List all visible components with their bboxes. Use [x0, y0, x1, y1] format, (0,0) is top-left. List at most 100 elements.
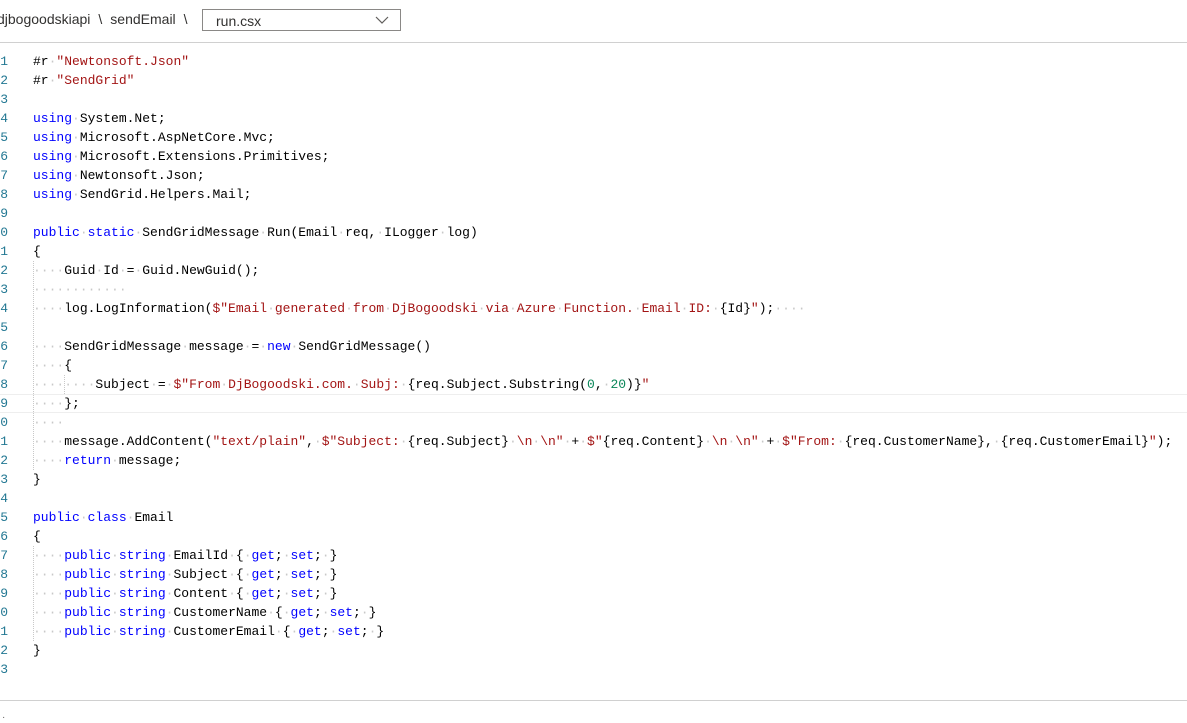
- code-token: {: [235, 567, 244, 582]
- code-line[interactable]: 3 ············: [0, 280, 1187, 299]
- whitespace-marker: ·: [337, 225, 346, 240]
- code-line[interactable]: 0 public·static·SendGridMessage·Run(Email…: [0, 223, 1187, 242]
- code-line[interactable]: 7 ····public·string·EmailId·{·get;·set;·}: [0, 546, 1187, 565]
- code-token: ,: [306, 434, 314, 449]
- whitespace-marker: ·: [72, 149, 80, 164]
- file-selector-dropdown[interactable]: run.csx: [202, 9, 401, 31]
- line-number: 4: [0, 491, 8, 506]
- whitespace-marker: ·: [267, 301, 275, 316]
- code-line[interactable]: 4: [0, 489, 1187, 508]
- code-line[interactable]: 8 using·SendGrid.Helpers.Mail;: [0, 185, 1187, 204]
- code-line[interactable]: 0 ····: [0, 413, 1187, 432]
- code-token: via: [485, 301, 509, 316]
- whitespace-marker: ·: [508, 434, 517, 449]
- code-text: using·SendGrid.Helpers.Mail;: [33, 185, 251, 204]
- code-token: {Id}: [719, 301, 751, 316]
- whitespace-marker: ·: [274, 624, 283, 639]
- code-token: {: [64, 358, 73, 373]
- code-token: ;: [352, 605, 361, 620]
- whitespace-marker: ····: [33, 624, 65, 639]
- code-line[interactable]: 9 ····};: [0, 394, 1187, 413]
- code-text: #r·"SendGrid": [33, 71, 134, 90]
- code-line[interactable]: 8 ····public·string·Subject·{·get;·set;·}: [0, 565, 1187, 584]
- code-text: #r·"Newtonsoft.Json": [33, 52, 189, 71]
- code-token: SendGridMessage: [64, 339, 182, 354]
- code-line[interactable]: 6{: [0, 527, 1187, 546]
- code-token: )}: [626, 377, 642, 392]
- code-line[interactable]: 7 ····{: [0, 356, 1187, 375]
- code-line[interactable]: 8 ········Subject·=·$"From·DjBogoodski.co…: [0, 375, 1187, 394]
- chevron-down-icon: [375, 16, 389, 24]
- code-line[interactable]: 9 ····public·string·Content·{·get;·set;·}: [0, 584, 1187, 603]
- breadcrumb-function[interactable]: sendEmail: [110, 11, 175, 27]
- code-token: set: [290, 586, 314, 601]
- line-number: 4: [0, 301, 8, 316]
- code-text: ····SendGridMessage·message·=·new·SendGr…: [33, 337, 431, 356]
- code-token: $"From: [173, 377, 221, 392]
- whitespace-marker: ·: [321, 586, 330, 601]
- code-text: using·System.Net;: [33, 109, 166, 128]
- code-line[interactable]: 6 using·Microsoft.Extensions.Primitives;: [0, 147, 1187, 166]
- code-line[interactable]: 2}: [0, 641, 1187, 660]
- code-token: public: [64, 605, 112, 620]
- code-token: Subj:: [360, 377, 400, 392]
- whitespace-marker: ·: [321, 548, 330, 563]
- code-line[interactable]: 7 using·Newtonsoft.Json;: [0, 166, 1187, 185]
- code-line[interactable]: 0 ····public·string·CustomerName·{·get;·s…: [0, 603, 1187, 622]
- code-editor[interactable]: 1 #r·"Newtonsoft.Json" 2 #r·"SendGrid" 3 4 usi…: [0, 52, 1187, 692]
- code-line[interactable]: 2 #r·"SendGrid": [0, 71, 1187, 90]
- code-line[interactable]: 3: [0, 660, 1187, 679]
- code-text: ····public·string·EmailId·{·get;·set;·}: [33, 546, 337, 565]
- code-line[interactable]: 4 ····log.LogInformation($"Email·generate…: [0, 299, 1187, 318]
- whitespace-marker: ····: [33, 453, 65, 468]
- code-token: ;: [313, 548, 322, 563]
- code-token: Id: [103, 263, 119, 278]
- code-token: {: [33, 529, 41, 544]
- whitespace-marker: ·: [267, 605, 275, 620]
- code-text: using·Microsoft.AspNetCore.Mvc;: [33, 128, 275, 147]
- code-line[interactable]: 2 ····return·message;: [0, 451, 1187, 470]
- code-line[interactable]: 5: [0, 318, 1187, 337]
- code-token: ;: [321, 624, 330, 639]
- code-line[interactable]: 1 ····message.AddContent("text/plain",·$"…: [0, 432, 1187, 451]
- code-token: public: [33, 510, 80, 525]
- code-line[interactable]: 5 using·Microsoft.AspNetCore.Mvc;: [0, 128, 1187, 147]
- code-token: Microsoft.Extensions.Primitives;: [79, 149, 330, 164]
- code-line[interactable]: 5 public·class·Email: [0, 508, 1187, 527]
- breadcrumb: djbogoodskiapi \ sendEmail \: [0, 11, 196, 27]
- whitespace-marker: ····: [33, 605, 65, 620]
- code-token: {: [274, 605, 283, 620]
- code-token: SendGrid.Helpers.Mail;: [79, 187, 252, 202]
- whitespace-marker: ·: [111, 453, 119, 468]
- code-token: System.Net;: [79, 111, 166, 126]
- code-line[interactable]: 9: [0, 204, 1187, 223]
- whitespace-marker: ·: [228, 567, 236, 582]
- code-line[interactable]: 1 #r·"Newtonsoft.Json": [0, 52, 1187, 71]
- code-line[interactable]: 1 ····public·string·CustomerEmail·{·get;·…: [0, 622, 1187, 641]
- whitespace-marker: ····: [33, 358, 65, 373]
- code-token: set: [290, 548, 314, 563]
- code-line[interactable]: 2 ····Guid·Id·=·Guid.NewGuid();: [0, 261, 1187, 280]
- code-text: }: [33, 470, 41, 489]
- code-line[interactable]: 3: [0, 90, 1187, 109]
- code-token: return: [64, 453, 112, 468]
- line-number: 6: [0, 149, 8, 164]
- code-token: set: [290, 567, 314, 582]
- code-token: Azure: [516, 301, 556, 316]
- line-number: 9: [0, 206, 8, 221]
- code-text: ····log.LogInformation($"Email·generated…: [33, 299, 806, 318]
- whitespace-marker: ·: [360, 605, 369, 620]
- breadcrumb-app[interactable]: djbogoodskiapi: [0, 11, 90, 27]
- code-token: {: [282, 624, 291, 639]
- line-number: 2: [0, 643, 8, 658]
- code-line[interactable]: 6 ····SendGridMessage·message·=·new·SendG…: [0, 337, 1187, 356]
- code-token: }: [329, 567, 338, 582]
- code-line[interactable]: 1{: [0, 242, 1187, 261]
- whitespace-marker: ·: [376, 225, 385, 240]
- code-line[interactable]: 4 using·System.Net;: [0, 109, 1187, 128]
- whitespace-marker: ····: [33, 586, 65, 601]
- code-token: {: [235, 586, 244, 601]
- code-text: {: [33, 242, 41, 261]
- code-line[interactable]: 3}: [0, 470, 1187, 489]
- whitespace-marker: ·: [228, 586, 236, 601]
